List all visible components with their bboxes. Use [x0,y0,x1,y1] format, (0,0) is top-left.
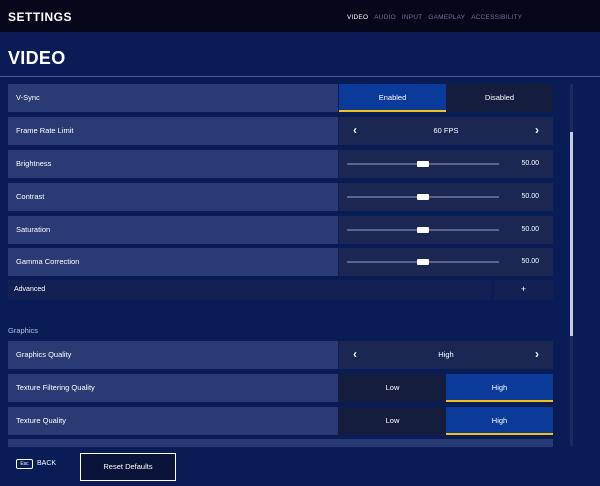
stepper-value: High [438,350,454,359]
top-bar: SETTINGS VIDEO AUDIO INPUT GAMEPLAY ACCE… [0,0,600,32]
scrollbar-thumb[interactable] [570,132,573,336]
setting-row-contrast: Contrast 50.00 [8,183,553,211]
setting-row-frame-rate-limit: Frame Rate Limit ‹ 60 FPS › [8,117,553,145]
contrast-slider-control: 50.00 [339,183,553,211]
chevron-left-icon[interactable]: ‹ [347,341,363,369]
setting-row-brightness: Brightness 50.00 [8,150,553,178]
slider-value: 50.00 [521,226,539,233]
advanced-row: Advanced + [8,280,553,300]
saturation-slider-control: 50.00 [339,216,553,244]
slider-value: 50.00 [521,160,539,167]
vsync-option-enabled[interactable]: Enabled [339,84,446,112]
setting-row-graphics-quality: Graphics Quality ‹ High › [8,341,553,369]
app-title: SETTINGS [8,10,73,24]
saturation-slider[interactable] [347,227,499,233]
setting-row-vsync: V-Sync Enabled Disabled [8,84,553,112]
brightness-slider[interactable] [347,161,499,167]
setting-row-saturation: Saturation 50.00 [8,216,553,244]
texture-quality-option-high[interactable]: High [446,407,553,435]
vsync-option-disabled[interactable]: Disabled [446,84,553,112]
chevron-left-icon[interactable]: ‹ [347,117,363,145]
setting-row-partial [8,439,553,447]
setting-row-gamma-correction: Gamma Correction 50.00 [8,248,553,276]
slider-thumb[interactable] [417,194,429,200]
gamma-slider-control: 50.00 [339,248,553,276]
advanced-expand-button[interactable]: + [494,280,553,300]
texture-filtering-option-low[interactable]: Low [339,374,446,402]
title-divider [0,76,600,77]
reset-defaults-button[interactable]: Reset Defaults [80,453,176,481]
slider-value: 50.00 [521,258,539,265]
advanced-label[interactable]: Advanced [8,280,491,300]
esc-key-icon: Esc [16,459,33,469]
setting-row-texture-filtering-quality: Texture Filtering Quality Low High [8,374,553,402]
back-button[interactable]: BACK [37,459,56,469]
texture-filtering-toggle: Low High [339,374,553,402]
texture-quality-toggle: Low High [339,407,553,435]
setting-label: V-Sync [8,84,338,112]
slider-value: 50.00 [521,193,539,200]
setting-label: Gamma Correction [8,248,338,276]
tab-gameplay[interactable]: GAMEPLAY [428,14,465,21]
gamma-slider[interactable] [347,259,499,265]
tab-accessibility[interactable]: ACCESSIBILITY [471,14,522,21]
footer: Esc BACK Reset Defaults [0,447,600,486]
chevron-right-icon[interactable]: › [529,117,545,145]
page-title: VIDEO [8,48,66,68]
stepper-value: 60 FPS [433,126,459,135]
setting-label: Frame Rate Limit [8,117,338,145]
graphics-quality-stepper: ‹ High › [339,341,553,369]
frame-rate-stepper: ‹ 60 FPS › [339,117,553,145]
setting-row-texture-quality: Texture Quality Low High [8,407,553,435]
texture-quality-option-low[interactable]: Low [339,407,446,435]
texture-filtering-option-high[interactable]: High [446,374,553,402]
setting-label: Saturation [8,216,338,244]
chevron-right-icon[interactable]: › [529,341,545,369]
setting-label: Texture Filtering Quality [8,374,338,402]
slider-thumb[interactable] [417,259,429,265]
section-label-graphics: Graphics [8,326,39,335]
tab-video[interactable]: VIDEO [347,14,368,21]
slider-thumb[interactable] [417,161,429,167]
contrast-slider[interactable] [347,194,499,200]
tab-input[interactable]: INPUT [402,14,423,21]
vsync-toggle: Enabled Disabled [339,84,553,112]
setting-label: Brightness [8,150,338,178]
scrollbar-track[interactable] [570,84,573,446]
tab-audio[interactable]: AUDIO [374,14,396,21]
brightness-slider-control: 50.00 [339,150,553,178]
setting-label: Contrast [8,183,338,211]
setting-label: Graphics Quality [8,341,338,369]
slider-thumb[interactable] [417,227,429,233]
setting-label: Texture Quality [8,407,338,435]
settings-tabs: VIDEO AUDIO INPUT GAMEPLAY ACCESSIBILITY [347,14,522,21]
